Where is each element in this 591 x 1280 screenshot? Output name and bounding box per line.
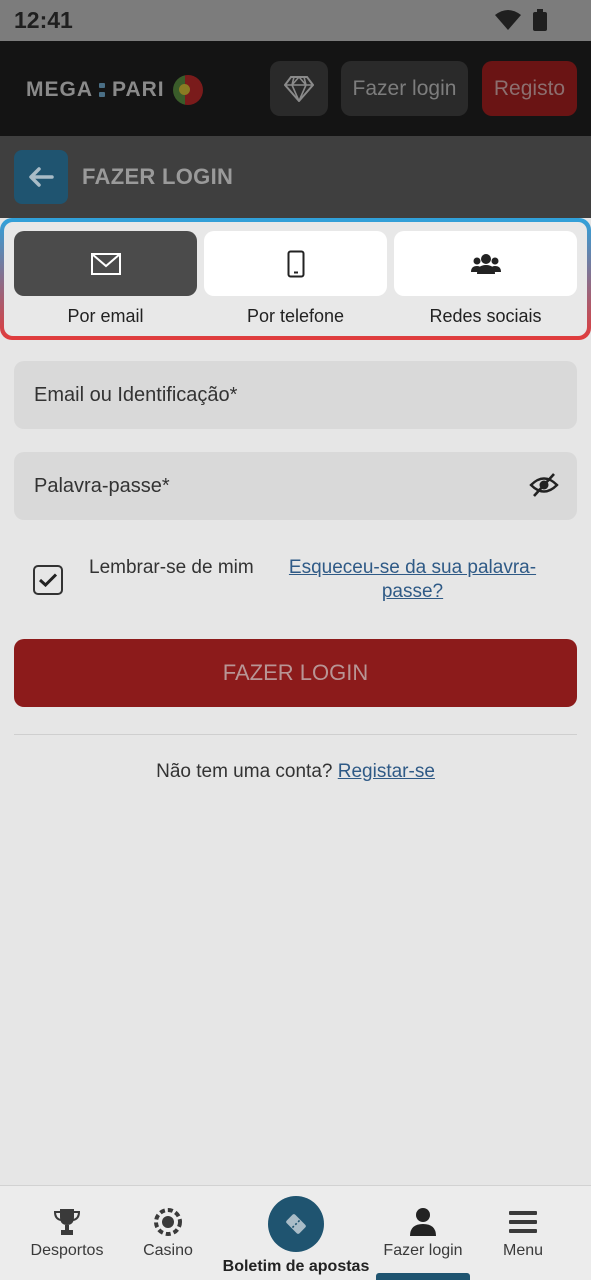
eye-slash-icon xyxy=(529,473,559,497)
page-subheader: FAZER LOGIN xyxy=(0,136,591,218)
tab-email-label: Por email xyxy=(67,306,144,326)
app-header: MEGA PARI Fazer login Registo xyxy=(0,41,591,136)
back-button[interactable] xyxy=(14,150,68,204)
wifi-icon xyxy=(495,10,521,30)
bottom-navigation: Desportos Casino Boletim de apostas Faze… xyxy=(0,1185,591,1280)
status-time: 12:41 xyxy=(14,7,73,33)
trophy-icon xyxy=(53,1209,81,1235)
nav-menu-label: Menu xyxy=(502,1242,544,1259)
remember-me-checkbox[interactable] xyxy=(33,565,63,595)
signup-prompt: Não tem uma conta? Registar-se xyxy=(0,761,591,783)
login-method-tabs: Por email Por telefone Redes sociais xyxy=(0,218,591,340)
header-register-button[interactable]: Registo xyxy=(482,61,577,116)
forgot-password-link[interactable]: Esqueceu-se da sua palavra-passe? xyxy=(270,556,555,604)
battery-icon xyxy=(533,9,547,31)
casino-chip-icon xyxy=(154,1208,182,1236)
logo-text-left: MEGA xyxy=(26,78,93,101)
nav-casino[interactable]: Casino xyxy=(138,1206,198,1260)
login-submit-button[interactable]: FAZER LOGIN xyxy=(14,639,577,707)
portugal-flag-icon xyxy=(172,75,203,105)
logo-text-right: PARI xyxy=(112,78,165,101)
user-icon xyxy=(410,1208,436,1236)
tab-phone-label: Por telefone xyxy=(246,306,345,326)
header-login-button[interactable]: Fazer login xyxy=(341,61,468,116)
nav-login-label: Fazer login xyxy=(383,1242,463,1259)
email-field[interactable]: Email ou Identificação* xyxy=(14,361,577,429)
vip-button[interactable] xyxy=(270,61,328,116)
nav-sports-label: Desportos xyxy=(30,1242,104,1259)
tab-social-label: Redes sociais xyxy=(429,306,542,326)
tab-phone[interactable] xyxy=(204,231,387,296)
no-account-text: Não tem uma conta? xyxy=(156,761,333,782)
diamond-icon xyxy=(284,75,314,102)
status-icons xyxy=(495,9,547,31)
password-field[interactable]: Palavra-passe* xyxy=(14,452,577,520)
ticket-icon xyxy=(286,1214,306,1234)
nav-menu[interactable]: Menu xyxy=(494,1206,552,1260)
nav-betslip[interactable]: Boletim de apostas xyxy=(222,1196,370,1276)
nav-betslip-label: Boletim de apostas xyxy=(222,1258,370,1275)
status-bar: 12:41 xyxy=(0,0,591,41)
signup-link[interactable]: Registar-se xyxy=(338,761,435,782)
phone-icon xyxy=(287,250,304,277)
page-title: FAZER LOGIN xyxy=(82,164,234,189)
remember-me-label[interactable]: Lembrar-se de mim xyxy=(89,556,259,580)
tab-social[interactable] xyxy=(394,231,577,296)
nav-active-indicator xyxy=(376,1273,470,1280)
tab-email[interactable] xyxy=(14,231,197,296)
email-placeholder: Email ou Identificação* xyxy=(34,384,238,406)
nav-sports[interactable]: Desportos xyxy=(26,1206,108,1260)
arrow-left-icon xyxy=(29,167,54,187)
envelope-icon xyxy=(90,252,121,275)
toggle-password-visibility[interactable] xyxy=(529,472,559,503)
logo-separator xyxy=(99,83,106,97)
users-icon xyxy=(470,253,501,274)
nav-casino-label: Casino xyxy=(143,1242,193,1259)
nav-login[interactable]: Fazer login xyxy=(378,1206,468,1260)
brand-logo[interactable]: MEGA PARI xyxy=(26,75,203,105)
checkmark-icon xyxy=(39,573,57,587)
password-placeholder: Palavra-passe* xyxy=(34,475,170,497)
menu-icon xyxy=(509,1211,537,1233)
divider xyxy=(14,734,577,735)
